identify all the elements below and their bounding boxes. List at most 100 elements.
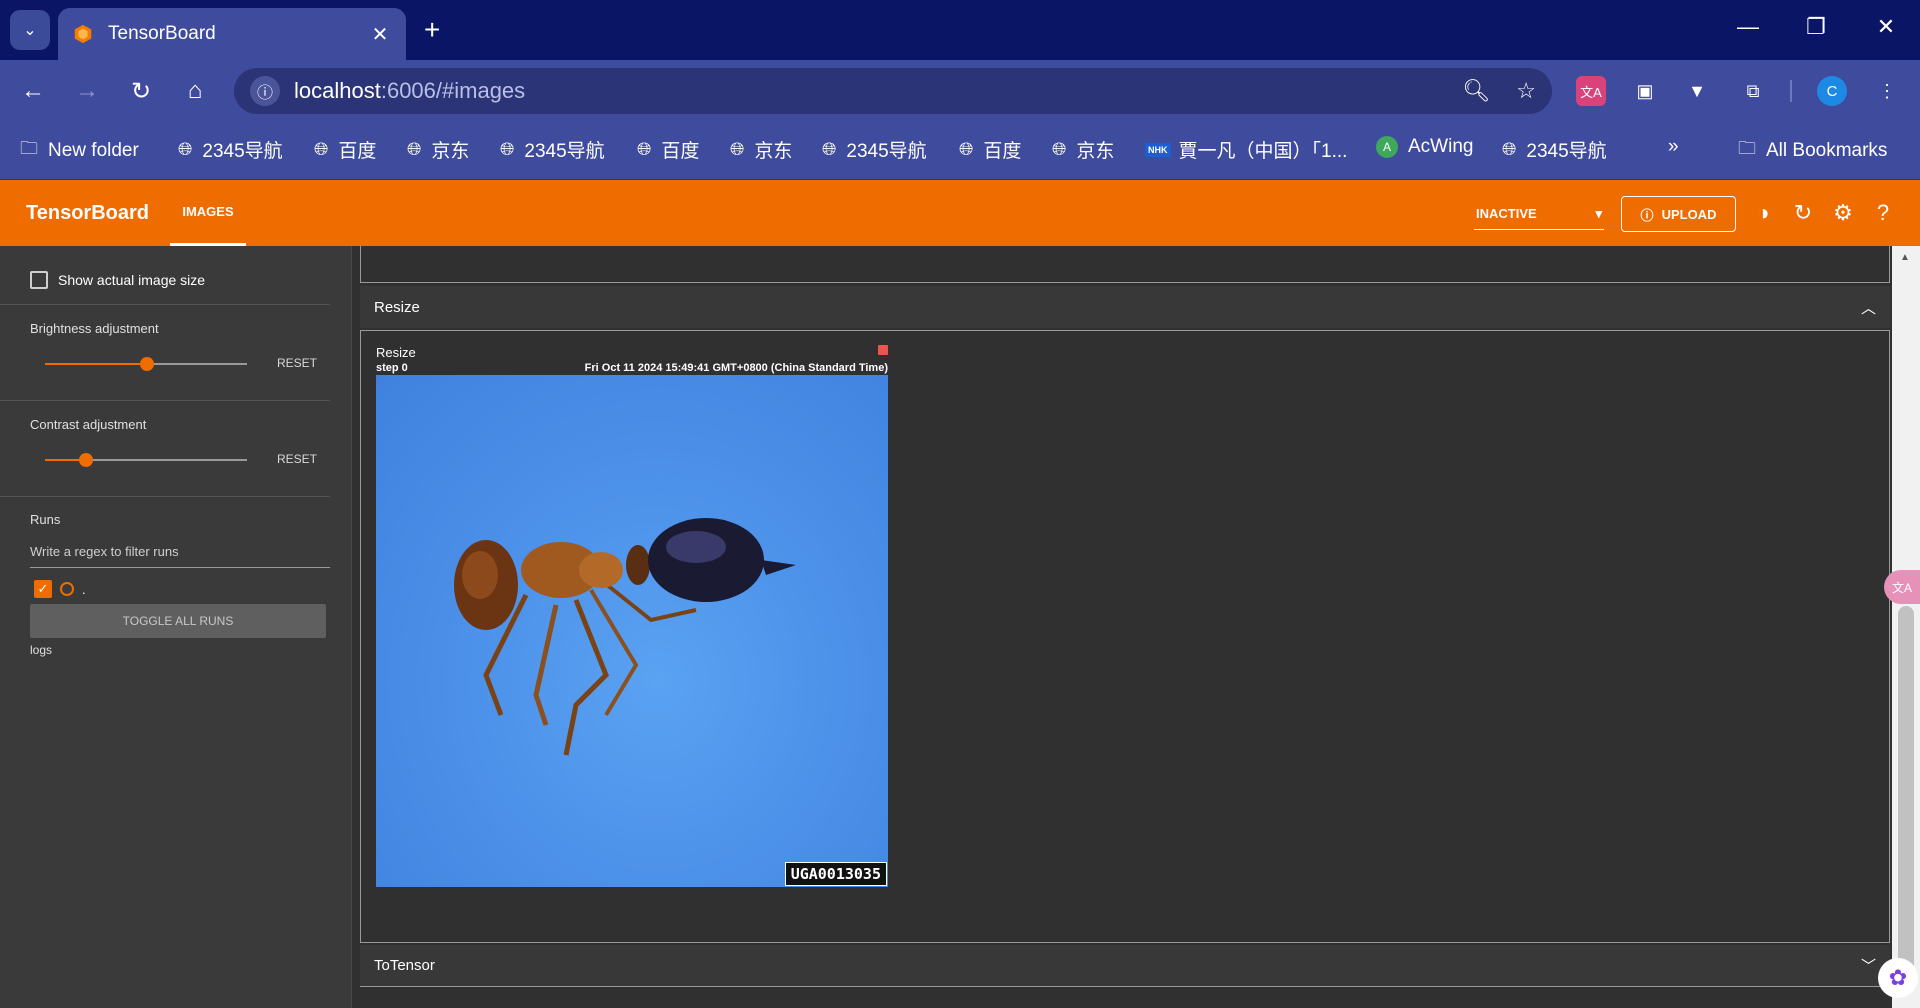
show-actual-size-checkbox[interactable] bbox=[30, 271, 48, 289]
globe-icon: 🌐︎ bbox=[1502, 139, 1517, 159]
floating-translate-icon[interactable]: 文A bbox=[1884, 570, 1920, 604]
run-color-badge bbox=[878, 345, 888, 355]
upload-button[interactable]: ⓘ UPLOAD bbox=[1621, 196, 1736, 232]
bookmark-item[interactable]: 🌐︎ 2345导航 bbox=[1502, 136, 1607, 163]
runs-filter-input[interactable]: Write a regex to filter runs bbox=[30, 544, 330, 568]
vue-devtools-icon[interactable]: ▼ bbox=[1682, 76, 1712, 106]
reload-button[interactable]: ↻ bbox=[124, 74, 158, 108]
bookmark-item[interactable]: 🌐︎ 百度 bbox=[959, 136, 1021, 163]
new-tab-button[interactable]: + bbox=[424, 14, 440, 46]
more-menu-icon[interactable]: ⋮ bbox=[1872, 76, 1902, 106]
forward-button[interactable]: → bbox=[70, 74, 104, 108]
show-actual-size-option[interactable]: Show actual image size bbox=[30, 271, 205, 289]
toggle-all-runs-button[interactable]: TOGGLE ALL RUNS bbox=[30, 604, 326, 638]
help-icon[interactable]: ? bbox=[1869, 200, 1897, 226]
globe-icon: 🌐︎ bbox=[178, 139, 193, 159]
bookmark-item[interactable]: 🌐︎ 京东 bbox=[407, 136, 469, 163]
bookmark-item[interactable]: 🌐︎ 2345导航 bbox=[822, 136, 927, 163]
brightness-thumb[interactable] bbox=[140, 357, 154, 371]
browser-toolbar: ← → ↻ ⌂ ⓘ localhost :6006/#images 🔍︎ ☆ 文… bbox=[0, 60, 1920, 120]
home-button[interactable]: ⌂ bbox=[178, 74, 212, 108]
brightness-reset-button[interactable]: RESET bbox=[277, 356, 317, 370]
previous-card-bottom bbox=[360, 246, 1890, 283]
card-timestamp: Fri Oct 11 2024 15:49:41 GMT+0800 (China… bbox=[584, 362, 888, 374]
bookmark-item[interactable]: 🌐︎ 2345导航 bbox=[500, 136, 605, 163]
status-select[interactable]: INACTIVE ▾ bbox=[1474, 198, 1604, 230]
restore-button[interactable]: ❐ bbox=[1796, 14, 1836, 40]
refresh-icon[interactable]: ↻ bbox=[1789, 200, 1817, 226]
bookmark-label: 京东 bbox=[754, 141, 793, 162]
browser-tab-bar: ⌄ TensorBoard ✕ + — ❐ ✕ bbox=[0, 0, 1920, 60]
tensorboard-favicon-icon bbox=[74, 24, 92, 44]
card-title: Resize bbox=[376, 345, 416, 360]
run-item[interactable]: ✓ . bbox=[34, 580, 86, 598]
group-title: Resize bbox=[374, 298, 420, 316]
contrast-reset-button[interactable]: RESET bbox=[277, 452, 317, 466]
chevron-down-icon[interactable]: ﹀ bbox=[1861, 955, 1876, 976]
close-window-button[interactable]: ✕ bbox=[1866, 14, 1906, 40]
tab-images[interactable]: IMAGES bbox=[170, 180, 246, 246]
bookmark-item[interactable]: 🌐︎ 2345导航 bbox=[178, 136, 283, 163]
tab-search-button[interactable]: ⌄ bbox=[10, 10, 50, 50]
bookmark-label: 京东 bbox=[431, 141, 470, 162]
chevron-down-icon: ⌄ bbox=[23, 22, 37, 39]
bookmark-new-folder[interactable]: 🗀 New folder bbox=[20, 136, 139, 166]
bookmark-label: 京东 bbox=[1076, 141, 1115, 162]
bookmark-item[interactable]: 🌐︎ 百度 bbox=[637, 136, 699, 163]
contrast-label: Contrast adjustment bbox=[30, 417, 147, 432]
group-header-totensor[interactable]: ToTensor ﹀ bbox=[360, 945, 1890, 987]
run-color-icon[interactable] bbox=[60, 582, 74, 596]
bookmark-acwing[interactable]: A AcWing bbox=[1376, 136, 1473, 158]
run-checkbox[interactable]: ✓ bbox=[34, 580, 52, 598]
globe-icon: 🌐︎ bbox=[407, 139, 422, 159]
media-extension-icon[interactable]: ▣ bbox=[1630, 76, 1660, 106]
scroll-up-arrow-icon[interactable]: ▲ bbox=[1900, 252, 1910, 263]
group-title: ToTensor bbox=[374, 957, 435, 974]
bookmark-item[interactable]: 🌐︎ 京东 bbox=[730, 136, 792, 163]
brightness-slider[interactable] bbox=[45, 357, 247, 371]
brightness-label: Brightness adjustment bbox=[30, 321, 159, 336]
bookmark-item[interactable]: 🌐︎ 京东 bbox=[1052, 136, 1114, 163]
translate-extension-icon[interactable]: 文A bbox=[1576, 76, 1606, 106]
divider bbox=[0, 400, 330, 401]
address-bar[interactable]: ⓘ localhost :6006/#images 🔍︎ ☆ bbox=[234, 68, 1552, 114]
all-bookmarks[interactable]: 🗀 All Bookmarks bbox=[1738, 136, 1887, 166]
image-display[interactable]: UGA0013035 bbox=[376, 375, 888, 887]
bookmarks-overflow-icon[interactable]: » bbox=[1668, 136, 1679, 158]
vertical-scrollbar[interactable]: ▲ bbox=[1892, 246, 1920, 1008]
brightness-track bbox=[147, 363, 247, 365]
folder-icon: 🗀 bbox=[20, 138, 38, 158]
bookmarks-bar: 🗀 New folder 🌐︎ 2345导航 🌐︎ 百度 🌐︎ 京东 🌐︎ 2345导航 … bbox=[0, 120, 1920, 180]
scroll-thumb[interactable] bbox=[1898, 606, 1914, 986]
zoom-icon[interactable]: 🔍︎ bbox=[1462, 78, 1490, 104]
extensions-puzzle-icon[interactable]: ⧉ bbox=[1738, 76, 1768, 106]
browser-tab-tensorboard[interactable]: TensorBoard ✕ bbox=[58, 8, 406, 60]
toolbar-divider bbox=[1790, 80, 1792, 102]
bookmark-star-icon[interactable]: ☆ bbox=[1516, 78, 1536, 104]
card-meta: step 0 Fri Oct 11 2024 15:49:41 GMT+0800… bbox=[376, 362, 888, 374]
run-name: . bbox=[82, 581, 86, 597]
contrast-slider[interactable] bbox=[45, 453, 247, 467]
runs-label: Runs bbox=[30, 512, 61, 527]
tab-close-icon[interactable]: ✕ bbox=[368, 22, 392, 47]
chevron-up-icon[interactable]: ︿ bbox=[1861, 297, 1876, 318]
bookmark-item[interactable]: NHK 賈一凡（中国）「1... bbox=[1145, 136, 1347, 163]
settings-gear-icon[interactable]: ⚙ bbox=[1829, 200, 1857, 226]
globe-icon: 🌐︎ bbox=[500, 139, 515, 159]
logdir-label: logs bbox=[30, 643, 53, 657]
back-button[interactable]: ← bbox=[16, 74, 50, 108]
theme-toggle-icon[interactable]: ◑ bbox=[1749, 200, 1777, 226]
globe-icon: 🌐︎ bbox=[1052, 139, 1067, 159]
bookmark-label: New folder bbox=[48, 140, 139, 161]
bookmark-label: 百度 bbox=[983, 141, 1022, 162]
profile-avatar[interactable]: C bbox=[1817, 76, 1847, 106]
minimize-button[interactable]: — bbox=[1728, 14, 1768, 40]
group-header-resize[interactable]: Resize ︿ bbox=[360, 286, 1890, 328]
floating-assistant-icon[interactable]: ✿ bbox=[1878, 958, 1918, 998]
site-info-icon[interactable]: ⓘ bbox=[250, 76, 280, 106]
bookmark-label: 百度 bbox=[661, 141, 700, 162]
profile-initial: C bbox=[1826, 82, 1838, 100]
contrast-thumb[interactable] bbox=[79, 453, 93, 467]
dropdown-arrow-icon: ▾ bbox=[1595, 205, 1602, 221]
bookmark-item[interactable]: 🌐︎ 百度 bbox=[314, 136, 376, 163]
